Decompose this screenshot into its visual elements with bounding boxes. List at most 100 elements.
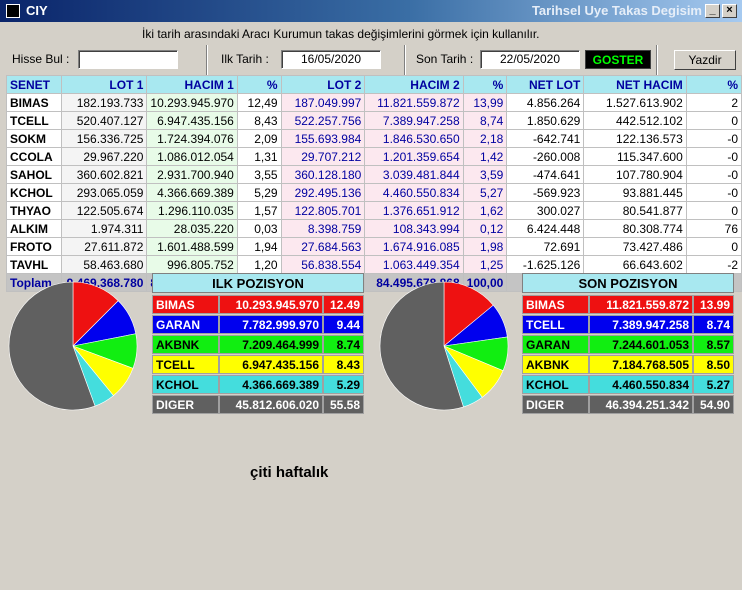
column-header[interactable]: LOT 1	[60, 75, 148, 94]
position-name: DIGER	[522, 395, 589, 414]
position-row: DIGER 46.394.251.342 54.90	[522, 395, 734, 414]
son-pozisyon-title: SON POZISYON	[522, 273, 734, 293]
table-cell: 122.805.701	[280, 201, 366, 220]
position-name: AKBNK	[152, 335, 219, 354]
column-header[interactable]: HACIM 2	[364, 75, 464, 94]
table-cell: 66.643.602	[583, 255, 687, 274]
position-value: 7.782.999.970	[219, 315, 323, 334]
table-cell: 8.398.759	[280, 219, 366, 238]
position-name: KCHOL	[522, 375, 589, 394]
separator	[404, 45, 406, 75]
table-cell: 58.463.680	[60, 255, 148, 274]
column-header[interactable]: LOT 2	[280, 75, 366, 94]
table-cell: 4.460.550.834	[364, 183, 464, 202]
position-pct: 8.74	[323, 335, 364, 354]
goster-button[interactable]: GOSTER	[585, 50, 651, 69]
table-cell: 10.293.945.970	[146, 93, 238, 112]
table-row[interactable]: TCELL 520.407.127 6.947.435.156 8,43 522.257…	[6, 111, 742, 130]
column-header[interactable]: SENET	[6, 75, 62, 94]
table-cell: 108.343.994	[364, 219, 464, 238]
table-cell: 12,49	[236, 93, 282, 112]
position-value: 4.460.550.834	[589, 375, 693, 394]
table-row[interactable]: KCHOL 293.065.059 4.366.669.389 5,29 292.495…	[6, 183, 742, 202]
position-row: AKBNK 7.209.464.999 8.74	[152, 335, 364, 354]
table-cell: 293.065.059	[60, 183, 148, 202]
table-cell: 93.881.445	[583, 183, 687, 202]
table-cell: 155.693.984	[280, 129, 366, 148]
position-row: AKBNK 7.184.768.505 8.50	[522, 355, 734, 374]
column-header[interactable]: NET HACIM	[583, 75, 687, 94]
table-cell: 1,62	[462, 201, 508, 220]
table-cell: 6.947.435.156	[146, 111, 238, 130]
table-row[interactable]: THYAO 122.505.674 1.296.110.035 1,57 122.805…	[6, 201, 742, 220]
close-button[interactable]: ×	[722, 4, 737, 18]
table-cell: 11.821.559.872	[364, 93, 464, 112]
ilk-tarih-input[interactable]: 16/05/2020	[281, 50, 381, 69]
position-pct: 8.74	[693, 315, 734, 334]
ilk-tarih-label: Ilk Tarih :	[221, 52, 269, 66]
son-tarih-input[interactable]: 22/05/2020	[480, 50, 580, 69]
table-row[interactable]: FROTO 27.611.872 1.601.488.599 1,94 27.684.5…	[6, 237, 742, 256]
hisse-label: Hisse Bul :	[12, 52, 70, 66]
table-cell: 1,20	[236, 255, 282, 274]
hisse-input[interactable]	[78, 50, 178, 69]
table-cell: 1,57	[236, 201, 282, 220]
table-row[interactable]: BIMAS 182.193.733 10.293.945.970 12,49 187.0…	[6, 93, 742, 112]
position-name: BIMAS	[152, 295, 219, 314]
table-cell: TCELL	[6, 111, 62, 130]
column-header[interactable]: %	[685, 75, 742, 94]
table-row[interactable]: TAVHL 58.463.680 996.805.752 1,20 56.838.554…	[6, 255, 742, 274]
column-header[interactable]: %	[236, 75, 282, 94]
table-cell: ALKIM	[6, 219, 62, 238]
ilk-pozisyon-pie-chart	[8, 281, 138, 411]
table-header: SENET LOT 1 HACIM 1% LOT 2 HACIM 2% NET LOT NE…	[6, 75, 742, 94]
table-cell: -0	[685, 147, 742, 166]
table-cell: 27.684.563	[280, 237, 366, 256]
table-cell: 8,74	[462, 111, 508, 130]
table-cell: 107.780.904	[583, 165, 687, 184]
table-cell: 360.602.821	[60, 165, 148, 184]
position-pct: 13.99	[693, 295, 734, 314]
column-header[interactable]: HACIM 1	[146, 75, 238, 94]
position-value: 7.209.464.999	[219, 335, 323, 354]
position-name: GARAN	[152, 315, 219, 334]
table-cell: 29.967.220	[60, 147, 148, 166]
position-row: BIMAS 11.821.559.872 13.99	[522, 295, 734, 314]
table-row[interactable]: CCOLA 29.967.220 1.086.012.054 1,31 29.707.2…	[6, 147, 742, 166]
table-row[interactable]: SAHOL 360.602.821 2.931.700.940 3,55 360.128…	[6, 165, 742, 184]
table-cell: -1.625.126	[506, 255, 585, 274]
column-header[interactable]: %	[462, 75, 508, 94]
table-cell: -260.008	[506, 147, 585, 166]
table-row[interactable]: ALKIM 1.974.311 28.035.220 0,03 8.398.759 108…	[6, 219, 742, 238]
minimize-button[interactable]: _	[705, 4, 720, 18]
table-row[interactable]: SOKM 156.336.725 1.724.394.076 2,09 155.693.…	[6, 129, 742, 148]
table-cell: 1.601.488.599	[146, 237, 238, 256]
yazdir-button[interactable]: Yazdir	[674, 50, 736, 70]
position-value: 7.244.601.053	[589, 335, 693, 354]
position-pct: 55.58	[323, 395, 364, 414]
title-bar: CIY Tarihsel Uye Takas Degisim _ ×	[0, 0, 742, 22]
position-pct: 12.49	[323, 295, 364, 314]
table-cell: 1.674.916.085	[364, 237, 464, 256]
column-header[interactable]: NET LOT	[506, 75, 585, 94]
table-cell: 72.691	[506, 237, 585, 256]
table-cell: 4.856.264	[506, 93, 585, 112]
table-cell: SOKM	[6, 129, 62, 148]
position-row: KCHOL 4.366.669.389 5.29	[152, 375, 364, 394]
position-name: AKBNK	[522, 355, 589, 374]
position-row: DIGER 45.812.606.020 55.58	[152, 395, 364, 414]
position-value: 45.812.606.020	[219, 395, 323, 414]
ilk-pozisyon-title: ILK POZISYON	[152, 273, 364, 293]
table-cell: 56.838.554	[280, 255, 366, 274]
position-pct: 8.43	[323, 355, 364, 374]
table-cell: 156.336.725	[60, 129, 148, 148]
table-cell: 1,42	[462, 147, 508, 166]
position-name: DIGER	[152, 395, 219, 414]
table-cell: 2	[685, 93, 742, 112]
table-cell: 182.193.733	[60, 93, 148, 112]
position-value: 6.947.435.156	[219, 355, 323, 374]
position-value: 7.389.947.258	[589, 315, 693, 334]
table-cell: -0	[685, 129, 742, 148]
table-cell: 0	[685, 201, 742, 220]
table-cell: 122.505.674	[60, 201, 148, 220]
